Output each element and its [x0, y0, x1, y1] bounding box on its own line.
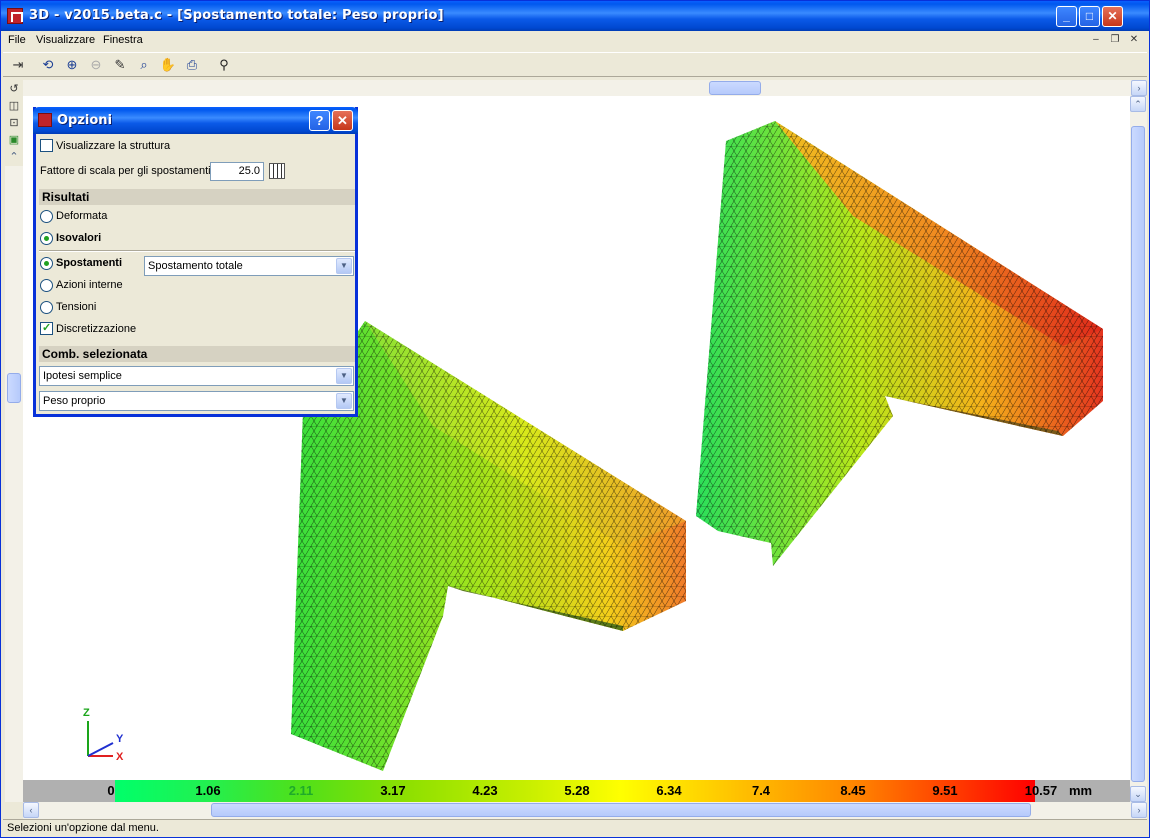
scale-unit: mm — [1069, 783, 1093, 798]
stresses-label: Tensioni — [56, 301, 97, 313]
left-scrollbar-thumb[interactable] — [7, 373, 21, 403]
combination-section-header: Comb. selezionata — [39, 346, 355, 362]
rotate-icon[interactable]: ⟲ — [39, 56, 57, 74]
calculator-icon[interactable] — [269, 163, 285, 179]
left-scrollbar[interactable] — [5, 166, 23, 802]
scale-label: 9.51 — [932, 783, 958, 798]
axis-triad: Z Y X — [78, 707, 138, 766]
hypothesis-select[interactable]: Ipotesi semplice ▼ — [39, 366, 354, 386]
scale-label: 7.4 — [751, 783, 771, 798]
dialog-close-icon[interactable]: ✕ — [332, 110, 353, 131]
dialog-title: Opzioni — [57, 113, 113, 128]
maximize-icon[interactable]: □ — [1079, 6, 1100, 27]
status-bar: Selezioni un'opzione dal menu. — [3, 819, 1147, 837]
app-icon[interactable] — [7, 8, 23, 24]
load-case-select[interactable]: Peso proprio ▼ — [39, 391, 354, 411]
show-structure-checkbox[interactable] — [40, 139, 53, 152]
exit-icon[interactable]: ⇥ — [9, 56, 27, 74]
close-icon[interactable]: ✕ — [1102, 6, 1123, 27]
displacement-type-value: Spostamento totale — [148, 260, 243, 272]
zoom-window-icon[interactable]: ⌕ — [135, 56, 153, 74]
hypothesis-value: Ipotesi semplice — [43, 370, 122, 382]
options-dialog: Opzioni ? ✕ Visualizzare la struttura Fa… — [33, 107, 358, 417]
axis-z-label: Z — [83, 707, 90, 719]
discretization-label: Discretizzazione — [56, 323, 137, 335]
dialog-divider — [39, 250, 355, 252]
scroll-right-icon[interactable]: › — [1131, 80, 1147, 96]
results-section-header: Risultati — [39, 189, 355, 205]
menu-view[interactable]: Visualizzare — [36, 34, 95, 46]
scale-label: 5.28 — [564, 783, 590, 798]
color-scale: 0 1.06 2.11 3.17 4.23 5.28 6.34 7.4 8.45… — [23, 780, 1130, 802]
menu-bar: File Visualizzare Finestra – ❐ ✕ — [3, 31, 1147, 51]
stresses-radio[interactable] — [40, 301, 53, 314]
scroll-right-icon[interactable]: › — [1131, 802, 1147, 818]
deformed-label: Deformata — [56, 210, 108, 222]
status-text: Selezioni un'opzione dal menu. — [7, 822, 159, 834]
view-plane-icon[interactable]: ⊡ — [6, 115, 22, 131]
axis-y-label: Y — [116, 733, 124, 745]
zoom-all-icon[interactable]: ⊕ — [63, 56, 81, 74]
refresh-icon[interactable]: ↺ — [6, 81, 22, 97]
bottom-scrollbar[interactable]: ‹ › — [23, 802, 1147, 819]
pan-hand-icon[interactable]: ✋ — [159, 56, 177, 74]
mesh-structure-right — [696, 121, 1103, 566]
scroll-up-icon[interactable]: ⌃ — [1130, 96, 1146, 112]
deformed-radio[interactable] — [40, 210, 53, 223]
displacement-type-select[interactable]: Spostamento totale ▼ — [144, 256, 354, 276]
mdi-restore-icon[interactable]: ❐ — [1108, 33, 1122, 47]
scale-label: 8.45 — [840, 783, 866, 798]
pencil-icon[interactable]: ✎ — [111, 56, 129, 74]
right-scrollbar-thumb[interactable] — [1131, 126, 1145, 782]
discretization-checkbox[interactable] — [40, 321, 53, 335]
scale-factor-label: Fattore di scala per gli spostamenti — [40, 165, 211, 177]
axis-x-label: X — [116, 751, 124, 763]
top-scrollbar[interactable]: › — [23, 80, 1147, 96]
scale-label: 3.17 — [380, 783, 406, 798]
mdi-minimize-icon[interactable]: – — [1089, 33, 1103, 47]
internal-actions-radio[interactable] — [40, 279, 53, 292]
binoculars-icon[interactable]: ⚲ — [215, 56, 233, 74]
internal-actions-label: Azioni interne — [56, 279, 123, 291]
dialog-title-bar[interactable]: Opzioni ? ✕ — [33, 107, 358, 134]
help-icon[interactable]: ? — [309, 110, 330, 131]
chevron-down-icon[interactable]: ▼ — [336, 258, 352, 274]
bottom-scrollbar-thumb[interactable] — [211, 803, 1031, 817]
print-icon[interactable]: ⎙ — [183, 56, 201, 74]
zoom-previous-icon[interactable]: ⊖ — [87, 56, 105, 74]
isovalues-radio[interactable] — [40, 232, 53, 245]
chevron-down-icon[interactable]: ▼ — [336, 393, 352, 409]
load-case-value: Peso proprio — [43, 395, 106, 407]
collapse-up-icon[interactable]: ⌃ — [6, 149, 22, 165]
scroll-down-icon[interactable]: ⌄ — [1130, 786, 1146, 802]
render-icon[interactable]: ▣ — [6, 132, 22, 148]
view-3d-icon[interactable]: ◫ — [6, 98, 22, 114]
scroll-left-icon[interactable]: ‹ — [23, 802, 39, 818]
scale-label: 6.34 — [656, 783, 682, 798]
mdi-close-icon[interactable]: ✕ — [1127, 33, 1141, 47]
scale-label: 2.11 — [288, 783, 314, 798]
scale-label: 4.23 — [472, 783, 498, 798]
isovalues-label: Isovalori — [56, 232, 102, 244]
scale-factor-input[interactable]: 25.0 — [210, 162, 264, 181]
window-title: 3D - v2015.beta.c - [Spostamento totale:… — [29, 8, 444, 23]
scale-label: 0 — [107, 783, 115, 798]
displacements-radio[interactable] — [40, 257, 53, 270]
minimize-icon[interactable]: _ — [1056, 6, 1077, 27]
menu-window[interactable]: Finestra — [103, 34, 143, 46]
toolbar: ⇥ ⟲ ⊕ ⊖ ✎ ⌕ ✋ ⎙ ⚲ — [3, 52, 1147, 77]
mdi-controls: – ❐ ✕ — [1087, 33, 1141, 47]
right-scrollbar[interactable]: ⌃ ⌄ — [1130, 96, 1147, 802]
scale-label: 1.06 — [195, 783, 221, 798]
dialog-app-icon — [38, 113, 52, 127]
show-structure-label: Visualizzare la struttura — [56, 140, 171, 152]
title-bar[interactable]: 3D - v2015.beta.c - [Spostamento totale:… — [1, 1, 1149, 31]
app-window: 3D - v2015.beta.c - [Spostamento totale:… — [0, 0, 1150, 838]
menu-file[interactable]: File — [8, 34, 26, 46]
scale-label: 10.57 — [1024, 783, 1058, 798]
displacements-label: Spostamenti — [56, 257, 123, 269]
top-scrollbar-thumb[interactable] — [709, 81, 761, 95]
vertical-toolbar: ↺ ◫ ⊡ ▣ ⌃ — [5, 81, 23, 165]
chevron-down-icon[interactable]: ▼ — [336, 368, 352, 384]
